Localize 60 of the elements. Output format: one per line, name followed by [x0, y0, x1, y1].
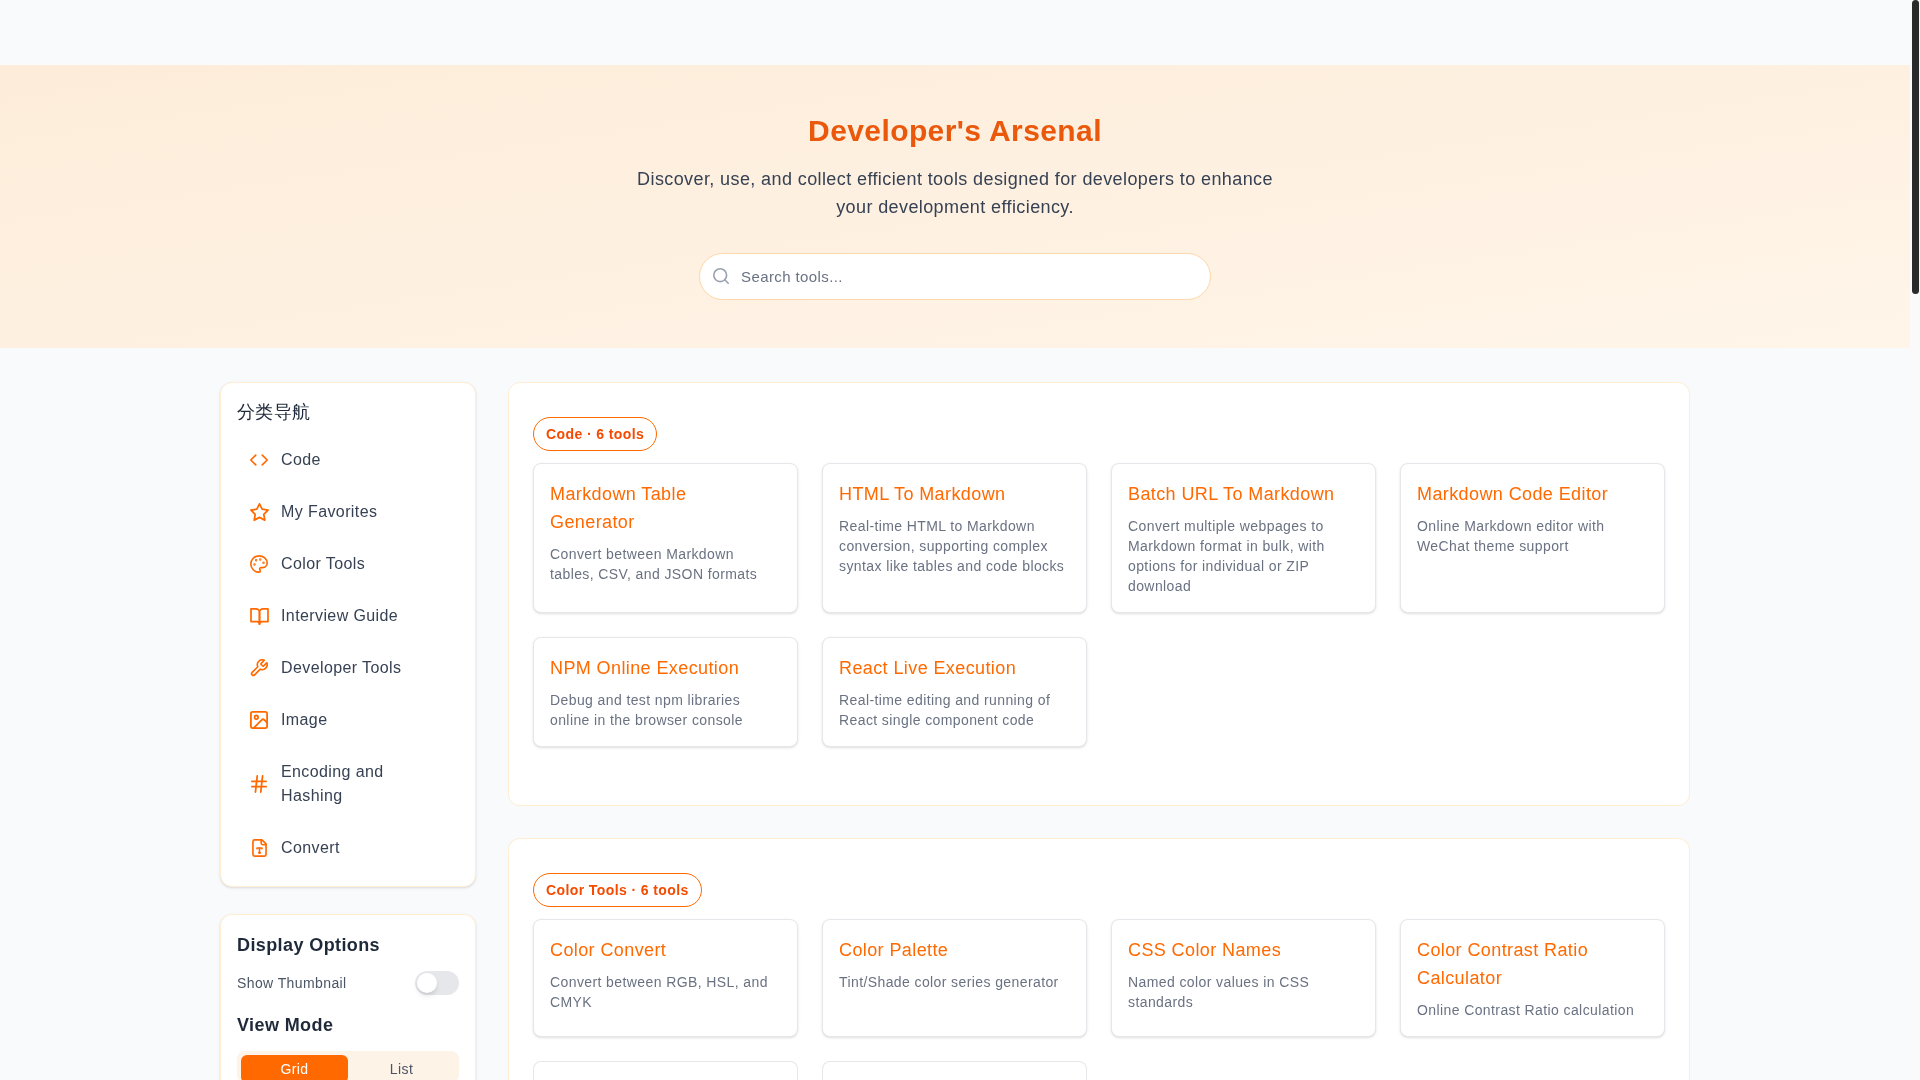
nav-item[interactable]: Interview Guide [237, 590, 459, 642]
thumbnail-toggle[interactable] [415, 971, 459, 995]
search-icon [713, 268, 729, 284]
image-icon [250, 711, 268, 729]
tool-title: Color Palette [839, 939, 950, 962]
tool-description: Online Markdown editor with WeChat theme support [1417, 517, 1606, 556]
tool-card[interactable]: Color Palette Tint/Shade color series generator [822, 919, 1087, 1037]
nav-item[interactable]: Code [237, 434, 459, 486]
tool-title: Batch URL To Markdown [1128, 483, 1336, 506]
tool-card[interactable]: Color Contrast Ratio Calculator Online Contrast Ratio calculation [1400, 919, 1665, 1037]
nav-item[interactable]: My Favorites [237, 486, 459, 538]
tool-title: Markdown Table Generator [550, 483, 688, 534]
tool-description: Real-time editing and running of React single component code [839, 691, 1052, 730]
tool-card[interactable]: React Live Execution Real-time editing and running of React single component code [822, 637, 1087, 747]
tool-card[interactable] [822, 1061, 1087, 1080]
tool-description: Tint/Shade color series generator [839, 973, 1060, 992]
display-options-title: Display Options [237, 934, 382, 957]
nav-item[interactable]: Developer Tools [237, 642, 459, 694]
hash-icon [251, 775, 267, 793]
tool-card[interactable] [533, 1061, 798, 1080]
book-icon [249, 607, 269, 625]
tool-title: NPM Online Execution [550, 657, 741, 680]
tool-card[interactable]: CSS Color Names Named color values in CSS standards [1111, 919, 1376, 1037]
tool-description: Convert between RGB, HSL, and CMYK [550, 973, 769, 1012]
page-title: Developer's Arsenal [808, 113, 1102, 149]
tool-card[interactable]: Markdown Code Editor Online Markdown editor with WeChat theme support [1400, 463, 1665, 613]
tool-title: CSS Color Names [1128, 939, 1283, 962]
search-field[interactable]: Search tools... [699, 253, 1211, 300]
tool-description: Real-time HTML to Markdown conversion, supporting complex syntax like tables and code blocks [839, 517, 1066, 576]
nav-item[interactable]: Image [237, 694, 459, 746]
palette-icon [250, 555, 268, 573]
wrench-icon [250, 659, 268, 677]
view-mode-tab[interactable]: Grid [241, 1055, 348, 1080]
page-subtitle: Discover, use, and collect efficient tools designed for developers to enhance your development efficiency. [636, 168, 1274, 219]
toggle-label: Show Thumbnail [237, 974, 347, 993]
view-mode-tab[interactable]: List [348, 1055, 455, 1080]
tool-card[interactable]: HTML To Markdown Real-time HTML to Markdown conversion, supporting complex syntax like tables and code blocks [822, 463, 1087, 613]
tool-card[interactable]: NPM Online Execution Debug and test npm libraries online in the browser console [533, 637, 798, 747]
tool-title: React Live Execution [839, 657, 1018, 680]
tool-description: Debug and test npm libraries online in the browser console [550, 691, 744, 730]
tool-description: Convert between Markdown tables, CSV, and JSON formats [550, 545, 759, 584]
tool-title: HTML To Markdown [839, 483, 1007, 506]
code-icon [250, 454, 268, 466]
tool-card[interactable]: Markdown Table Generator Convert between Markdown tables, CSV, and JSON formats [533, 463, 798, 613]
tool-description: Convert multiple webpages to Markdown format in bulk, with options for individual or ZIP download [1128, 517, 1326, 596]
tool-title: Markdown Code Editor [1417, 483, 1610, 506]
nav-item[interactable]: Convert [237, 822, 459, 874]
tool-card[interactable]: Color Convert Convert between RGB, HSL, and CMYK [533, 919, 798, 1037]
view-mode-title: View Mode [237, 1014, 335, 1037]
scrollbar-thumb[interactable] [1911, 0, 1919, 294]
file-icon [251, 839, 267, 857]
tool-description: Named color values in CSS standards [1128, 973, 1311, 1012]
tool-title: Color Convert [550, 939, 668, 962]
tool-description: Online Contrast Ratio calculation [1417, 1001, 1636, 1020]
tool-title: Color Contrast Ratio Calculator [1417, 939, 1590, 990]
sidebar-title: 分类导航 [237, 401, 312, 424]
tool-card[interactable]: Batch URL To Markdown Convert multiple webpages to Markdown format in bulk, with options for individual or ZIP download [1111, 463, 1376, 613]
star-icon [249, 503, 269, 521]
nav-item[interactable]: Color Tools [237, 538, 459, 590]
nav-item[interactable]: Encoding and Hashing [237, 746, 459, 822]
